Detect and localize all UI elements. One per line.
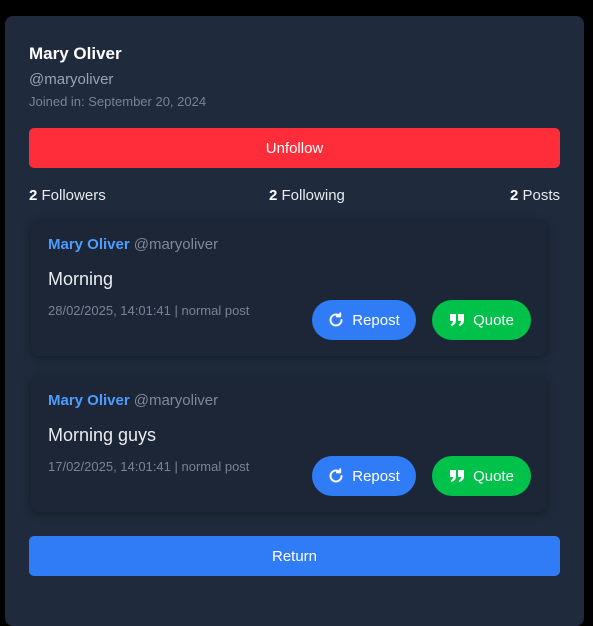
- post-author-handle: @maryoliver: [133, 236, 219, 253]
- followers-count: 2: [29, 187, 38, 204]
- quote-button[interactable]: Quote: [432, 456, 531, 496]
- profile-joined-date: Joined in: September 20, 2024: [29, 94, 207, 109]
- repost-label: Repost: [352, 467, 400, 485]
- post-meta: 28/02/2025, 14:01:41 | normal post: [48, 303, 250, 318]
- return-button[interactable]: Return: [29, 536, 560, 576]
- post-meta: 17/02/2025, 14:01:41 | normal post: [48, 459, 250, 474]
- profile-name: Mary Oliver: [29, 44, 122, 63]
- repost-icon: [328, 468, 344, 484]
- posts-count: 2: [509, 187, 519, 204]
- profile-stats: 2 Followers 2 Following 2 Posts: [29, 187, 560, 207]
- post-author-handle: @maryoliver: [133, 392, 219, 409]
- followers-stat[interactable]: 2 Followers: [29, 187, 106, 204]
- quote-icon: [449, 469, 465, 483]
- post-author: Mary Oliver @maryoliver: [48, 236, 218, 253]
- posts-label: Posts: [522, 187, 560, 204]
- post-card: Mary Oliver @maryoliver Morning 28/02/202…: [31, 220, 547, 356]
- repost-button[interactable]: Repost: [312, 300, 416, 340]
- quote-label: Quote: [473, 311, 514, 329]
- post-card: Mary Oliver @maryoliver Morning guys 17/0…: [31, 376, 547, 512]
- quote-icon: [449, 313, 465, 327]
- post-author: Mary Oliver @maryoliver: [48, 392, 218, 409]
- following-count: 2: [269, 187, 278, 204]
- posts-stat[interactable]: 2 Posts: [510, 187, 560, 204]
- quote-button[interactable]: Quote: [432, 300, 531, 340]
- followers-label: Followers: [41, 187, 106, 204]
- repost-label: Repost: [352, 311, 400, 329]
- post-author-name[interactable]: Mary Oliver: [48, 392, 130, 409]
- repost-button[interactable]: Repost: [312, 456, 416, 496]
- quote-label: Quote: [473, 467, 514, 485]
- post-text: Morning guys: [48, 425, 157, 445]
- profile-handle: @maryoliver: [29, 71, 114, 88]
- unfollow-button[interactable]: Unfollow: [29, 128, 560, 168]
- following-label: Following: [281, 187, 345, 204]
- following-stat[interactable]: 2 Following: [269, 187, 345, 204]
- post-text: Morning: [48, 269, 114, 289]
- post-author-name[interactable]: Mary Oliver: [48, 236, 130, 253]
- repost-icon: [328, 312, 344, 328]
